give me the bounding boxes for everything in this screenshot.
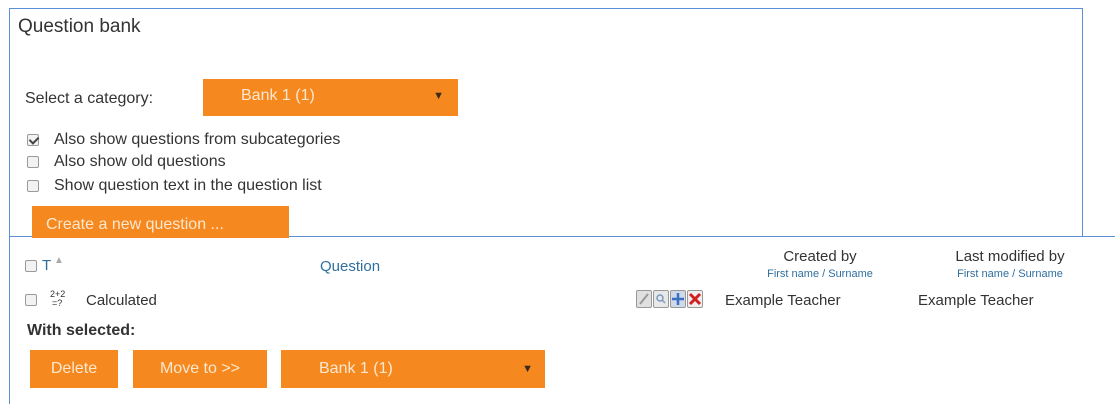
- delete-icon[interactable]: [687, 290, 703, 308]
- old-questions-checkbox[interactable]: [27, 156, 39, 168]
- show-text-label: Show question text in the question list: [54, 177, 322, 194]
- calculated-icon: 2+2 =?: [50, 290, 65, 308]
- move-target-value: Bank 1 (1): [319, 360, 393, 377]
- category-select[interactable]: Bank 1 (1) ▼: [203, 79, 458, 116]
- move-target-select[interactable]: Bank 1 (1) ▼: [281, 350, 545, 388]
- category-label: Select a category:: [25, 90, 154, 107]
- move-icon[interactable]: [670, 290, 686, 308]
- old-questions-label: Also show old questions: [54, 153, 226, 170]
- question-bank-panel: [9, 8, 1083, 236]
- with-selected-label: With selected:: [27, 322, 136, 339]
- create-question-button[interactable]: Create a new question ...: [32, 206, 289, 238]
- move-to-button[interactable]: Move to >>: [133, 350, 267, 388]
- show-text-checkbox[interactable]: [27, 180, 39, 192]
- page-title: Question bank: [18, 16, 141, 37]
- category-select-value: Bank 1 (1): [241, 87, 315, 104]
- created-by-value: Example Teacher: [725, 292, 841, 309]
- calculated-icon-bottom: =?: [52, 298, 63, 308]
- sort-type-link[interactable]: T: [42, 257, 51, 274]
- row-checkbox[interactable]: [25, 294, 37, 306]
- select-all-checkbox[interactable]: [25, 260, 37, 272]
- chevron-down-icon: ▼: [433, 90, 444, 102]
- modified-by-value: Example Teacher: [918, 292, 1034, 309]
- created-by-header: Created by: [783, 248, 857, 265]
- question-type-name: Calculated: [86, 292, 157, 309]
- subcategories-checkbox[interactable]: [27, 134, 39, 146]
- modified-by-sort-link[interactable]: First name / Surname: [930, 268, 1090, 280]
- sort-ascending-icon: ▲: [54, 255, 64, 266]
- created-by-sort-link[interactable]: First name / Surname: [740, 268, 900, 280]
- delete-button[interactable]: Delete: [30, 350, 118, 388]
- chevron-down-icon: ▼: [522, 363, 533, 375]
- modified-by-header: Last modified by: [955, 248, 1065, 265]
- subcategories-label: Also show questions from subcategories: [54, 131, 341, 148]
- preview-icon[interactable]: [653, 290, 669, 308]
- edit-icon[interactable]: [636, 290, 652, 308]
- sort-question-link[interactable]: Question: [320, 258, 380, 275]
